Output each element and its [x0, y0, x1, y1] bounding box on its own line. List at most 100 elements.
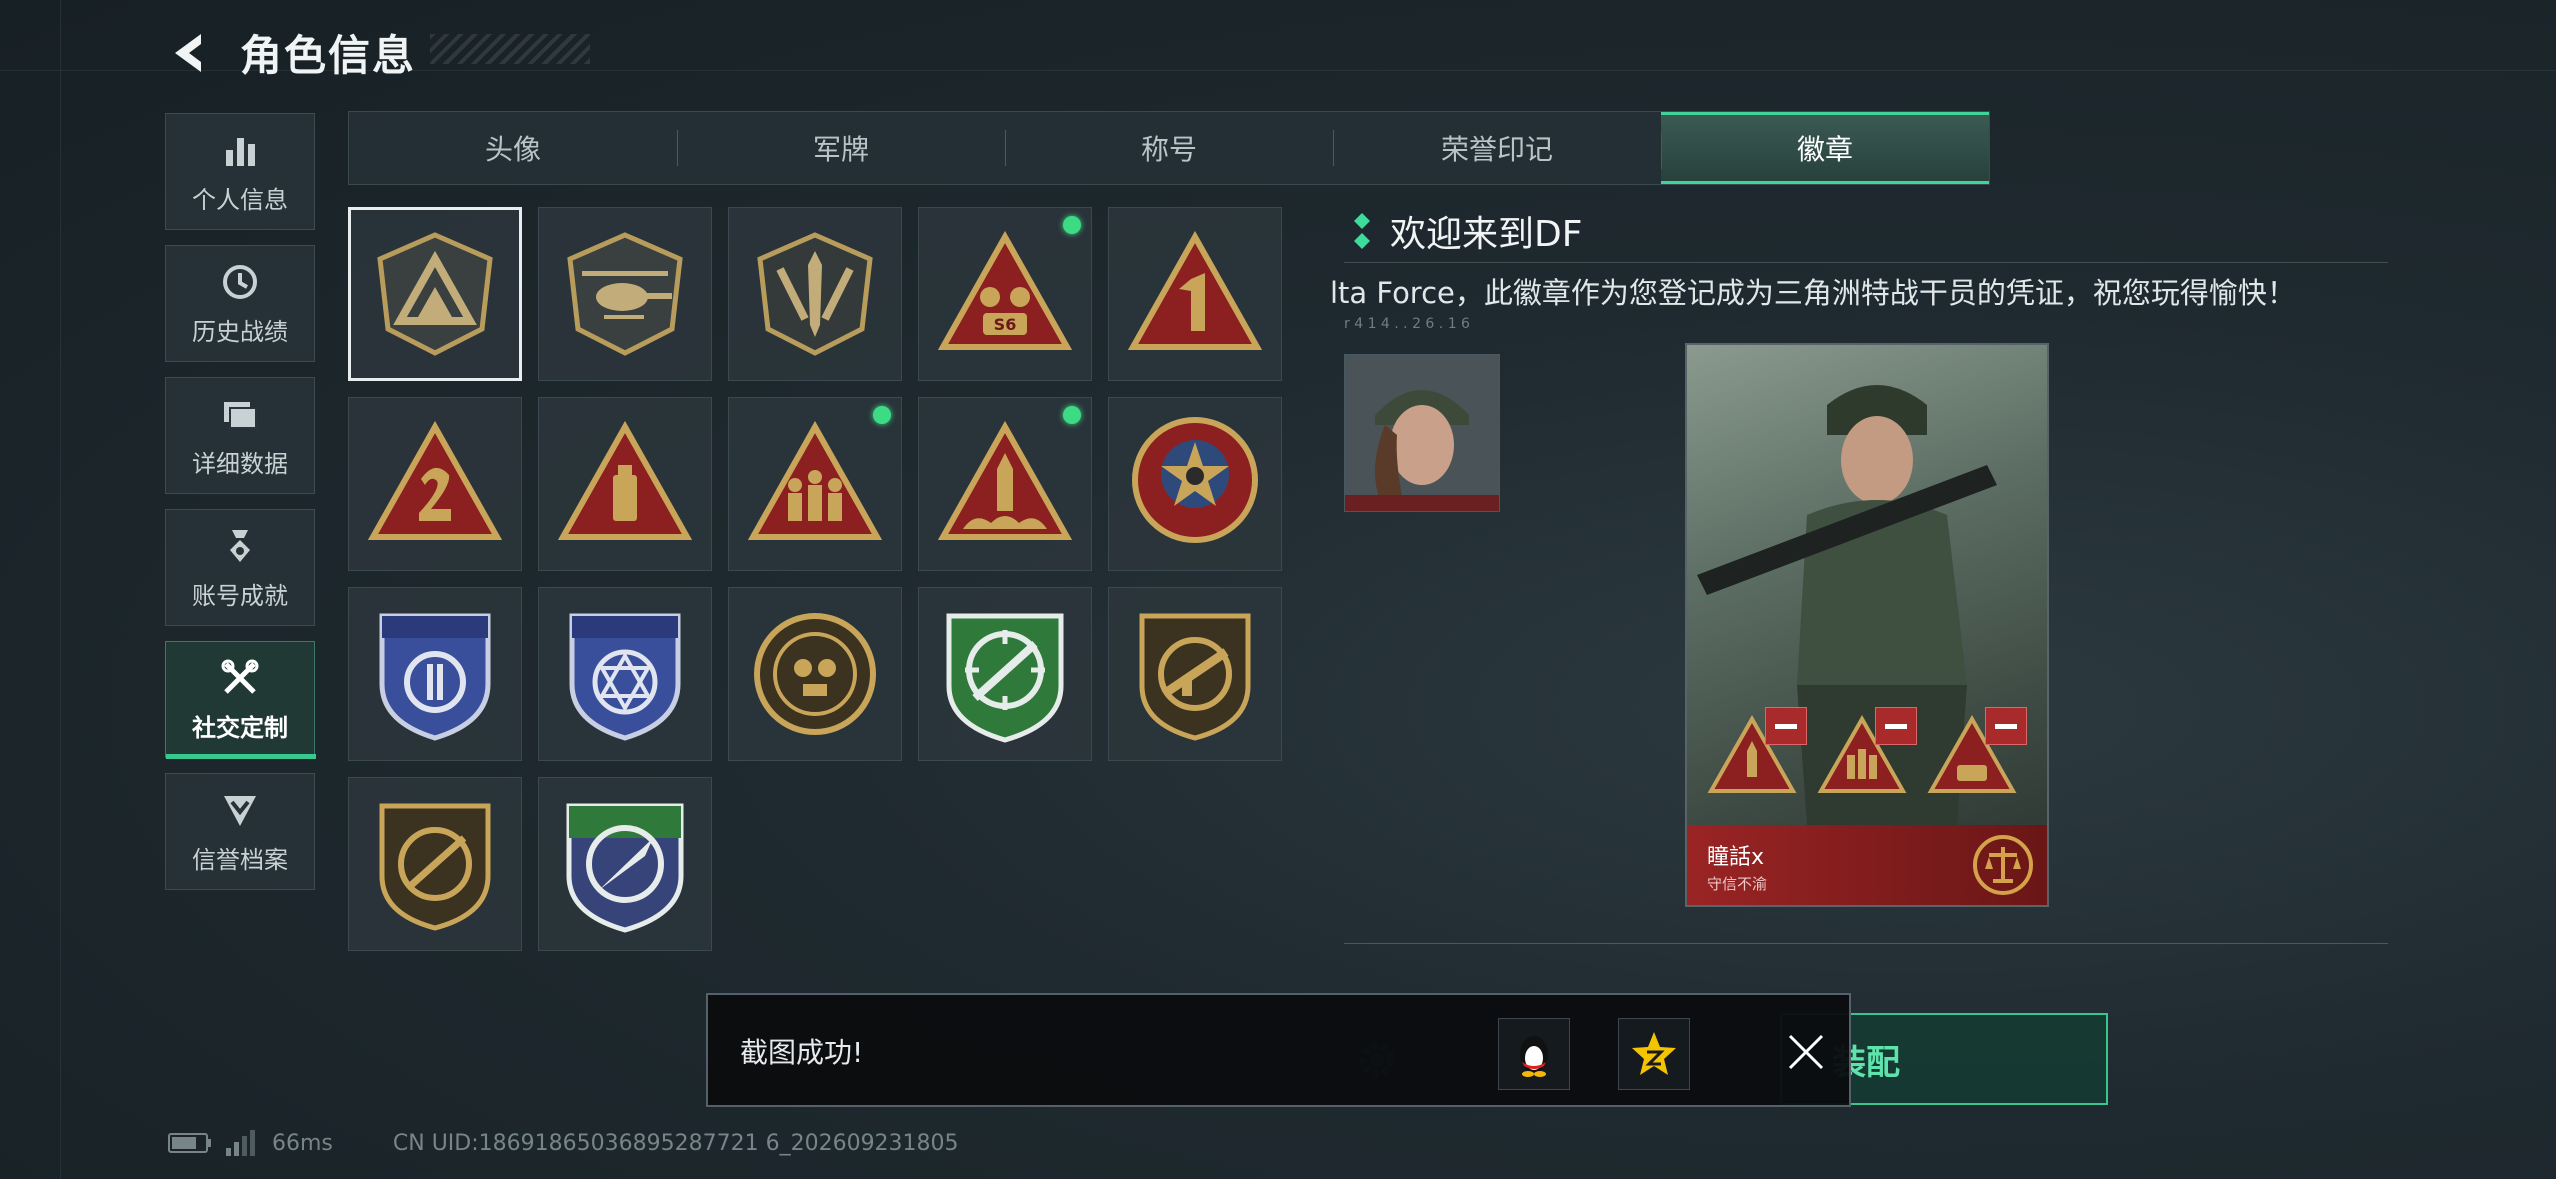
signal-icon [226, 1130, 255, 1156]
badge-cell[interactable] [348, 587, 522, 761]
diamond-bullet-icon [1354, 213, 1370, 249]
badge-cell[interactable] [538, 587, 712, 761]
round-skull-badge-icon [754, 613, 876, 735]
divider [1344, 943, 2388, 944]
sniper-shield-badge-icon [379, 803, 491, 931]
badge-cell[interactable] [348, 207, 522, 381]
player-name: 瞳話x [1707, 845, 1765, 870]
toast-message: 截图成功! [740, 1036, 864, 1069]
medal-icon [218, 524, 262, 568]
usb-triangle-badge-icon [557, 420, 693, 540]
player-name-plate: 瞳話x 守信不渝 [1687, 825, 2047, 905]
active-indicator [166, 754, 316, 759]
equipped-badge-slot[interactable] [1707, 707, 1807, 805]
number-1-triangle-badge-icon [1127, 230, 1263, 350]
player-motto: 守信不渝 [1707, 875, 1768, 893]
share-qq-button[interactable] [1498, 1018, 1570, 1090]
badge-cell[interactable] [728, 397, 902, 571]
smg-shield-badge-icon [1139, 613, 1251, 741]
side-item-label: 信誉档案 [192, 846, 288, 874]
side-item-social-custom[interactable]: 社交定制 [165, 641, 316, 759]
category-tabs: 头像 军牌 称号 荣誉印记 徽章 [348, 111, 1990, 185]
side-nav: 个人信息 历史战绩 详细数据 账号成就 社交定制 信誉档案 [165, 113, 316, 905]
side-item-label: 历史战绩 [192, 318, 288, 346]
badge-detail-description: lta Force，此徽章作为您登记成为三角洲特战干员的凭证，祝您玩得愉快！ [1330, 276, 2296, 310]
new-indicator-dot [873, 406, 891, 424]
badge-cell[interactable] [918, 587, 1092, 761]
badge-cell[interactable] [538, 397, 712, 571]
badge-cell[interactable] [538, 207, 712, 381]
soldiers-triangle-badge-icon [747, 420, 883, 540]
bar-chart-icon [218, 128, 262, 172]
scales-emblem-icon [1973, 835, 2033, 895]
divider [1344, 262, 2388, 263]
page-title: 角色信息 [240, 31, 417, 80]
new-indicator-dot [1063, 406, 1081, 424]
screenshot-toast: 截图成功! [706, 993, 1851, 1107]
remove-badge-button[interactable] [1875, 707, 1917, 745]
badge-cell[interactable] [728, 587, 902, 761]
tab-honor-mark[interactable]: 荣誉印记 [1333, 112, 1661, 184]
battery-icon [168, 1133, 211, 1153]
back-button[interactable] [165, 28, 215, 78]
badge-detail-title: 欢迎来到DF [1352, 205, 1582, 257]
remove-badge-button[interactable] [1985, 707, 2027, 745]
character-portrait-icon [1345, 355, 1499, 511]
badge-cell[interactable]: S6 [918, 207, 1092, 381]
side-item-achievements[interactable]: 账号成就 [165, 509, 315, 626]
side-item-personal-info[interactable]: 个人信息 [165, 113, 315, 230]
share-qzone-button[interactable] [1618, 1018, 1690, 1090]
side-item-history[interactable]: 历史战绩 [165, 245, 315, 362]
side-item-label: 社交定制 [192, 714, 288, 742]
side-item-label: 个人信息 [192, 186, 288, 214]
ping-value: 66ms [272, 1130, 333, 1156]
side-item-credit-record[interactable]: 信誉档案 [165, 773, 315, 890]
star-circle-badge-icon [1132, 417, 1258, 543]
knife-shield-badge-icon [566, 803, 684, 933]
close-icon [1788, 1034, 1824, 1070]
delta-triangle-badge-icon [377, 232, 493, 356]
toast-close-button[interactable] [1771, 1017, 1841, 1087]
character-preview-card: 瞳話x 守信不渝 [1685, 343, 2049, 907]
badge-cell[interactable] [1108, 397, 1282, 571]
badge-cell[interactable] [348, 777, 522, 951]
badge-cell[interactable] [1108, 207, 1282, 381]
title-decoration [430, 34, 590, 64]
tab-dog-tag[interactable]: 军牌 [677, 112, 1005, 184]
qq-penguin-icon [1520, 1036, 1548, 1077]
tab-badge[interactable]: 徽章 [1661, 112, 1989, 184]
status-bar: 66ms CN UID:18691865036895287721 6_20260… [168, 1130, 959, 1156]
badge-detail-title-text: 欢迎来到DF [1390, 214, 1583, 255]
side-item-label: 详细数据 [192, 450, 288, 478]
equipped-badge-slot[interactable] [1927, 707, 2027, 805]
tools-icon [218, 656, 262, 700]
badge-cell[interactable] [918, 397, 1092, 571]
uid-text: CN UID:18691865036895287721 6_2026092318… [392, 1130, 959, 1156]
avatar [1344, 354, 1500, 512]
svg-text:S6: S6 [994, 315, 1017, 334]
equipped-badge-slot[interactable] [1817, 707, 1917, 805]
grid-line [60, 0, 61, 1179]
side-item-label: 账号成就 [192, 582, 288, 610]
blue-hexagram-shield-badge-icon [569, 613, 681, 741]
shield-chevron-icon [218, 788, 262, 832]
s6-triangle-badge-icon: S6 [937, 230, 1073, 350]
green-rifle-shield-badge-icon [946, 613, 1064, 743]
rocket-triangle-badge-icon [937, 420, 1073, 540]
badge-cell[interactable] [538, 777, 712, 951]
helicopter-badge-icon [567, 232, 683, 356]
dagger-shield-badge-icon [757, 232, 873, 356]
qzone-star-icon [1632, 1032, 1676, 1075]
badge-cell[interactable] [728, 207, 902, 381]
badge-cell[interactable] [1108, 587, 1282, 761]
tab-title[interactable]: 称号 [1005, 112, 1333, 184]
number-2-triangle-badge-icon [367, 420, 503, 540]
blue-emblem-shield-badge-icon [379, 613, 491, 741]
back-arrow-icon [175, 34, 201, 72]
new-indicator-dot [1063, 216, 1081, 234]
side-item-detail-data[interactable]: 详细数据 [165, 377, 315, 494]
tab-avatar[interactable]: 头像 [349, 112, 677, 184]
remove-badge-button[interactable] [1765, 707, 1807, 745]
badge-cell[interactable] [348, 397, 522, 571]
history-clock-icon [218, 260, 262, 304]
